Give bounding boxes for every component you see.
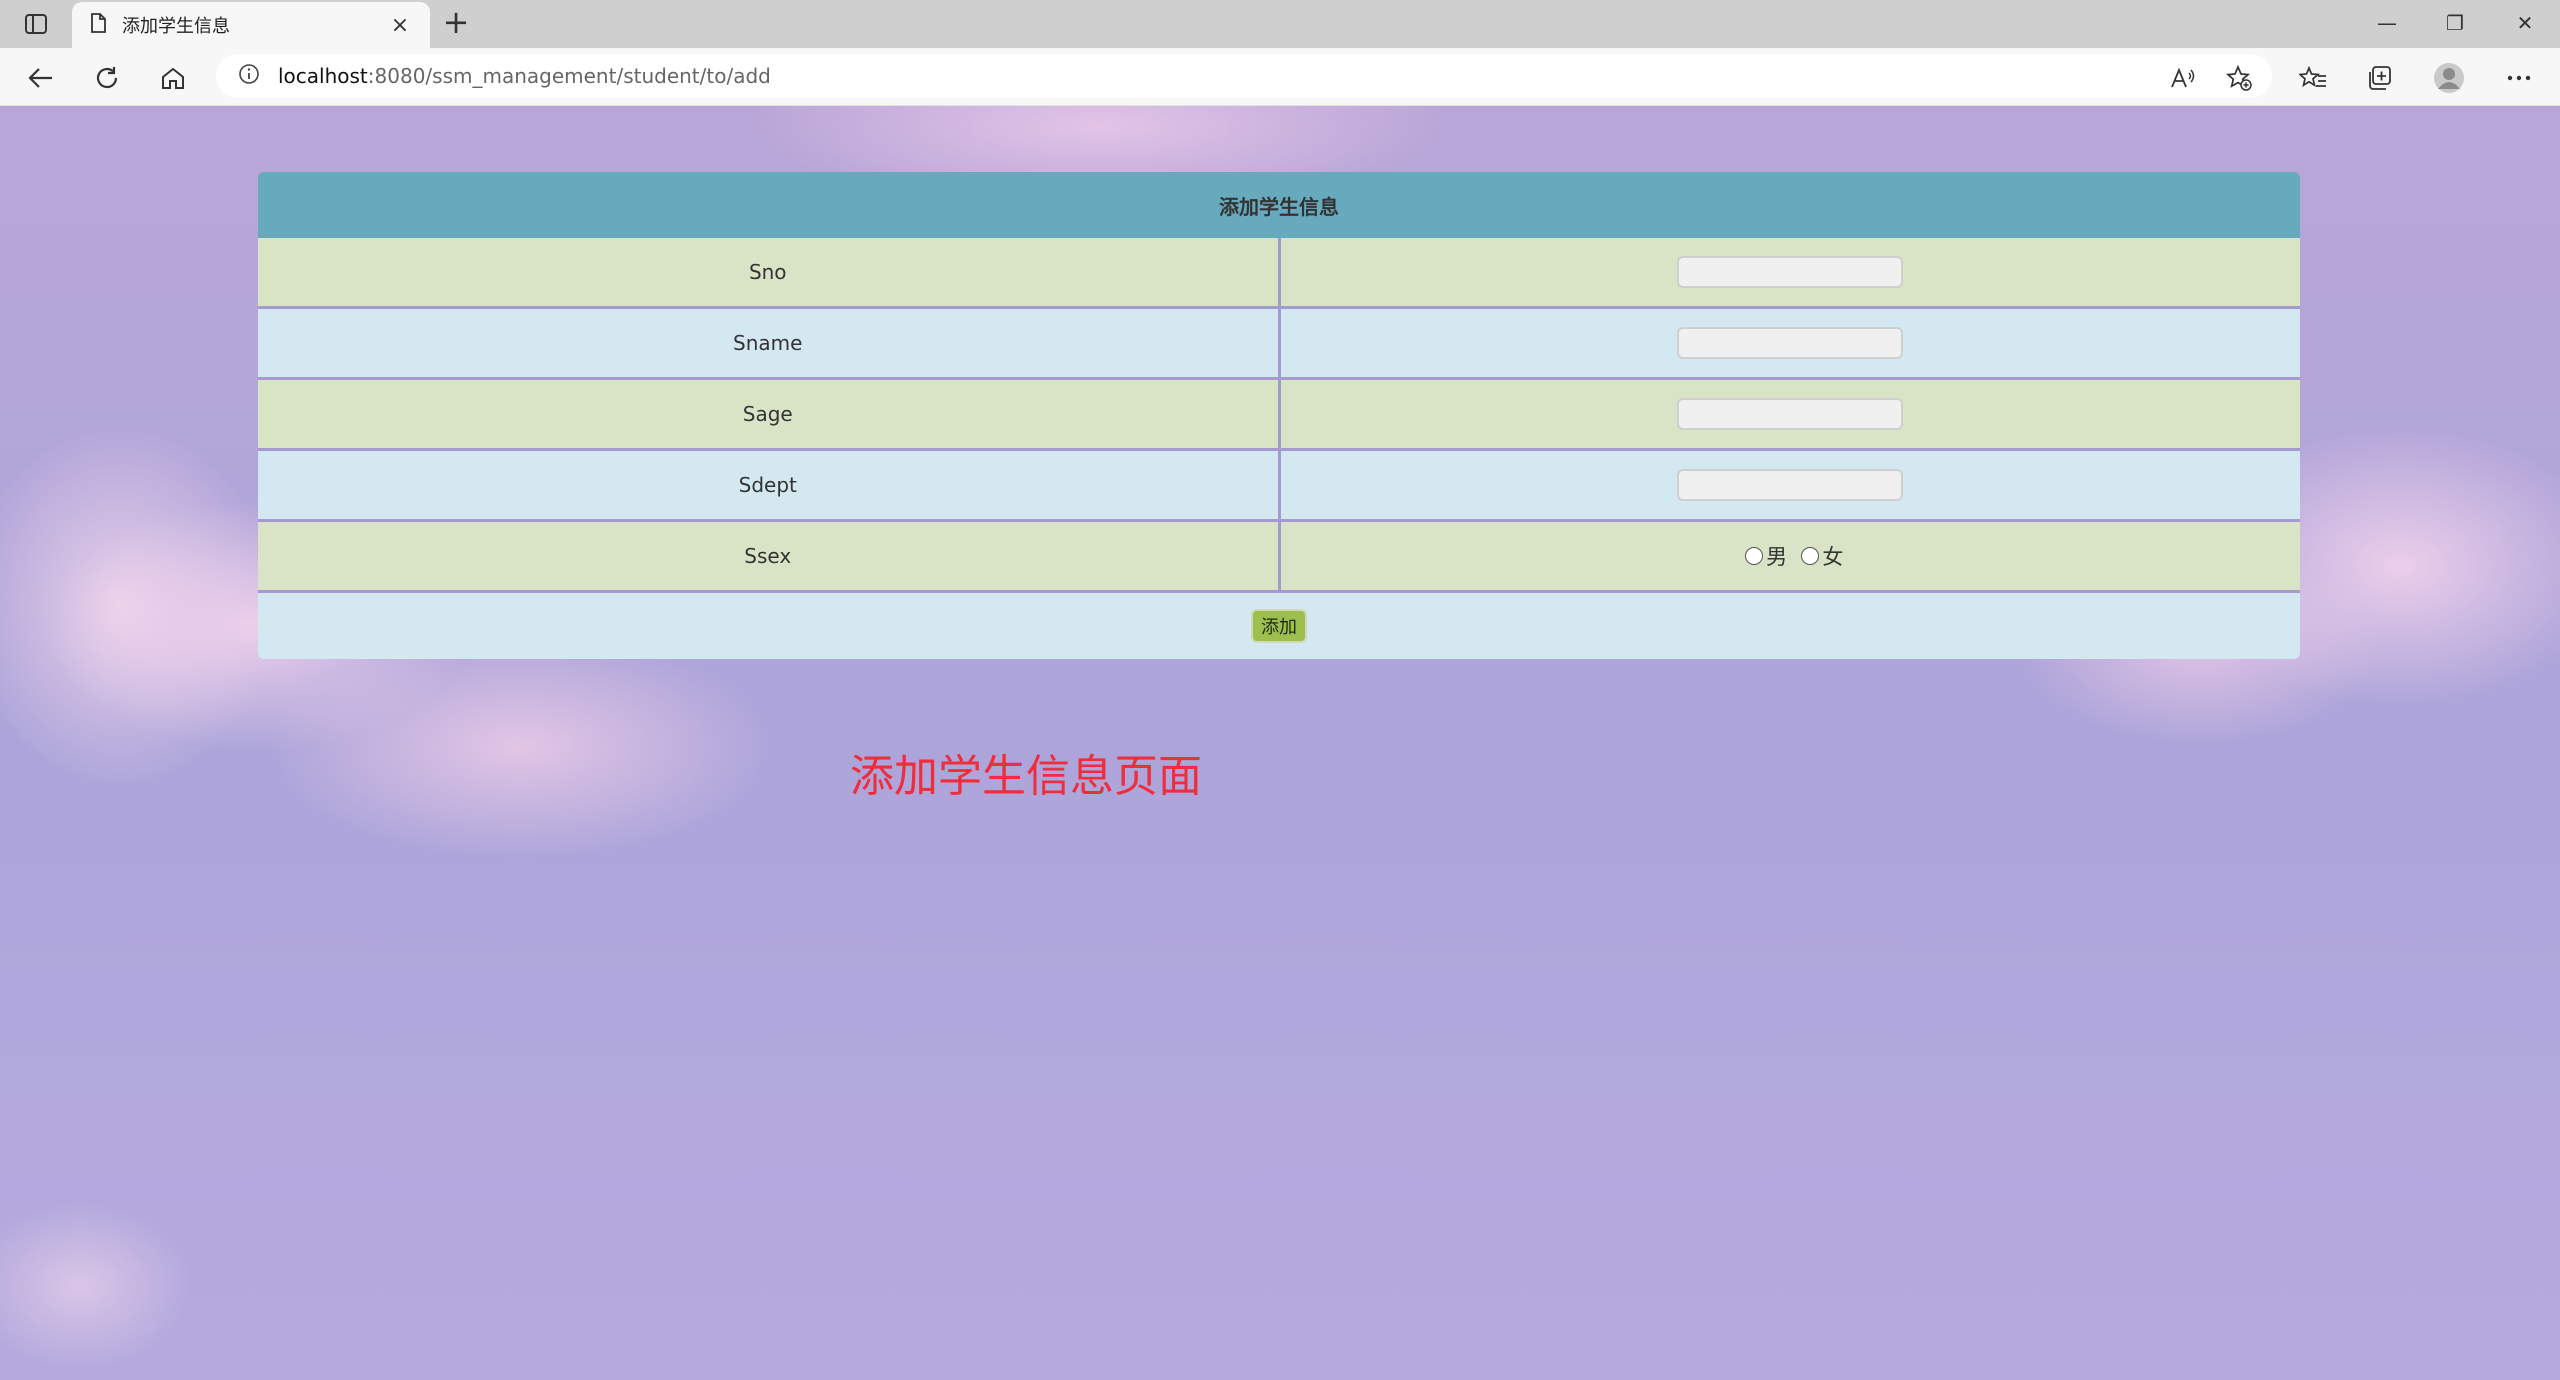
address-bar[interactable]: localhost:8080/ssm_management/student/to…	[216, 54, 2272, 98]
close-window-button[interactable]: ✕	[2502, 10, 2548, 36]
sname-input[interactable]	[1677, 327, 1904, 359]
more-menu-icon[interactable]	[2502, 61, 2536, 95]
field-cell-sname	[1279, 306, 2300, 379]
page-viewport: 添加学生信息 Sno Sname Sage Sdept Ssex 男 女 添加 …	[0, 106, 2560, 1380]
add-student-form: 添加学生信息 Sno Sname Sage Sdept Ssex 男 女 添加	[258, 172, 2300, 659]
page-icon	[90, 13, 106, 37]
close-tab-icon[interactable]: ×	[388, 13, 412, 38]
back-icon[interactable]	[24, 61, 58, 95]
url-path: :8080/ssm_management/student/to/add	[367, 64, 771, 88]
tab-title: 添加学生信息	[122, 16, 230, 37]
collections-icon[interactable]	[2362, 61, 2396, 95]
read-aloud-icon[interactable]	[2166, 61, 2200, 95]
field-cell-sno	[1279, 238, 2300, 308]
field-cell-sage	[1279, 377, 2300, 450]
sno-input[interactable]	[1677, 256, 1904, 288]
form-title: 添加学生信息	[258, 172, 2300, 238]
favorite-add-icon[interactable]	[2222, 61, 2256, 95]
restore-button[interactable]: ❐	[2432, 10, 2478, 36]
field-label-sno: Sno	[258, 238, 1281, 308]
radio-male-label: 男	[1766, 545, 1788, 569]
tab-strip: 添加学生信息 × + — ❐ ✕	[0, 0, 2560, 48]
field-label-sname: Sname	[258, 306, 1281, 379]
browser-tab-active[interactable]: 添加学生信息 ×	[72, 2, 430, 48]
field-label-ssex: Ssex	[258, 519, 1281, 592]
profile-avatar-icon[interactable]	[2432, 61, 2466, 95]
home-icon[interactable]	[156, 61, 190, 95]
sage-input[interactable]	[1677, 398, 1904, 430]
browser-toolbar: localhost:8080/ssm_management/student/to…	[0, 48, 2560, 106]
submit-cell: 添加	[258, 590, 2300, 659]
radio-female[interactable]	[1801, 547, 1820, 565]
field-cell-sdept	[1279, 448, 2300, 521]
sex-option-male[interactable]: 男	[1737, 541, 1787, 571]
info-icon[interactable]	[238, 63, 260, 89]
radio-male[interactable]	[1745, 547, 1764, 565]
url-text: localhost:8080/ssm_management/student/to…	[278, 64, 771, 88]
field-label-sage: Sage	[258, 377, 1281, 450]
field-cell-ssex: 男 女	[1279, 519, 2300, 592]
page-caption: 添加学生信息页面	[850, 751, 1202, 802]
sdept-input[interactable]	[1677, 469, 1904, 501]
refresh-icon[interactable]	[90, 61, 124, 95]
radio-female-label: 女	[1822, 545, 1844, 569]
sex-option-female[interactable]: 女	[1793, 541, 1843, 571]
add-button[interactable]: 添加	[1251, 609, 1307, 643]
minimize-button[interactable]: —	[2364, 10, 2410, 36]
new-tab-button[interactable]: +	[440, 6, 472, 39]
favorites-icon[interactable]	[2296, 61, 2330, 95]
sidebar-toggle-icon[interactable]	[18, 10, 54, 38]
url-host: localhost	[278, 64, 368, 88]
field-label-sdept: Sdept	[258, 448, 1281, 521]
